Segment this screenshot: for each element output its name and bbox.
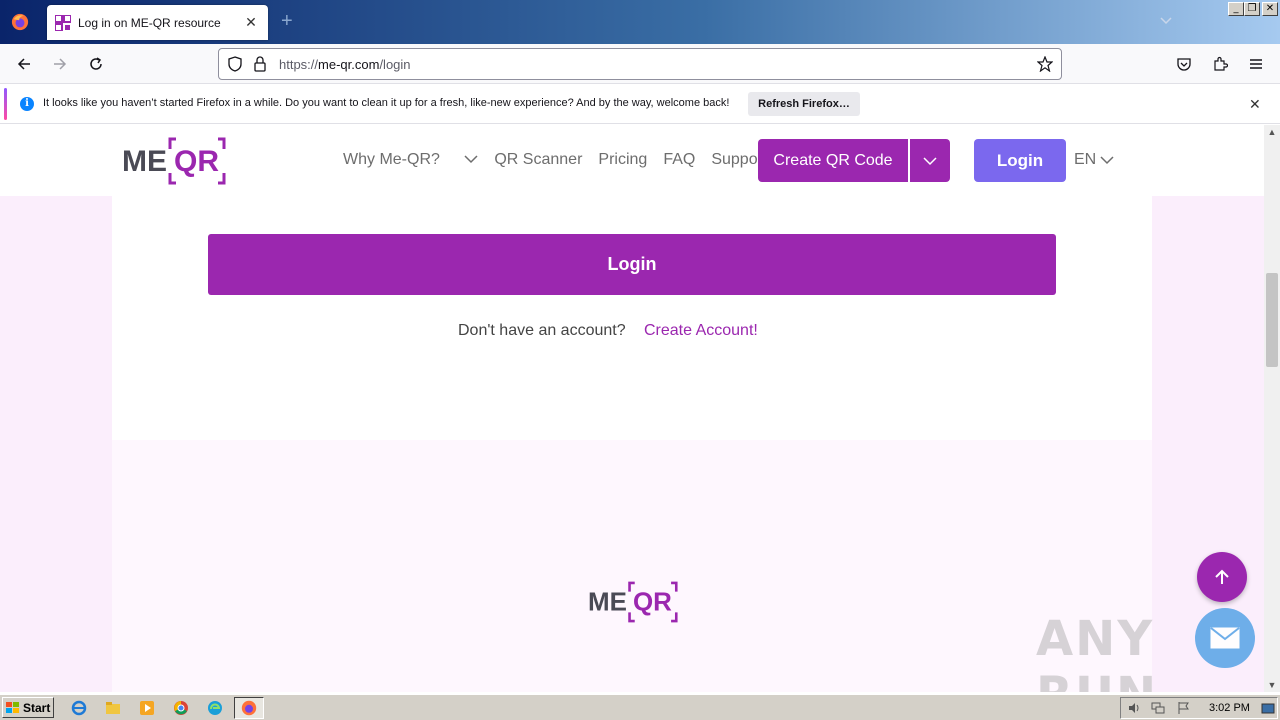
browser-navbar: https://me-qr.com/login (0, 44, 1280, 84)
scroll-down-arrow-icon[interactable]: ▼ (1264, 678, 1280, 692)
network-icon[interactable] (1151, 701, 1165, 720)
header-login-button[interactable]: Login (974, 139, 1066, 182)
login-submit-button[interactable]: Login (208, 234, 1056, 295)
svg-text:QR: QR (633, 587, 672, 617)
reload-icon[interactable] (86, 54, 106, 74)
browser-titlebar: Log in on ME-QR resource ✕ + _ ❐ ✕ (0, 0, 1280, 44)
firefox-logo-icon[interactable] (0, 0, 40, 44)
edge-icon[interactable] (206, 699, 224, 717)
firefox-icon (241, 700, 257, 716)
nav-why-meqr[interactable]: Why Me-QR? (343, 151, 478, 169)
language-select[interactable]: EN (1074, 151, 1114, 169)
address-bar[interactable]: https://me-qr.com/login (218, 48, 1062, 80)
footer-meqr-logo[interactable]: ME QR (588, 581, 678, 628)
nav-faq[interactable]: FAQ (663, 151, 695, 169)
start-button[interactable]: Start (2, 697, 54, 718)
start-label: Start (23, 700, 51, 715)
scrollbar-thumb[interactable] (1266, 273, 1278, 367)
site-nav: Why Me-QR? QR Scanner Pricing FAQ Suppor… (343, 151, 783, 169)
close-window-button[interactable]: ✕ (1262, 2, 1278, 16)
contact-mail-button[interactable] (1195, 608, 1255, 668)
media-player-icon[interactable] (138, 699, 156, 717)
show-desktop-icon[interactable] (1261, 702, 1275, 720)
info-icon: i (20, 97, 34, 111)
close-tab-icon[interactable]: ✕ (242, 14, 260, 31)
firefox-refresh-notification: i It looks like you haven’t started Fire… (0, 84, 1280, 124)
footer-section: ME QR (112, 440, 1152, 692)
no-account-text: Don't have an account? (458, 322, 626, 339)
mail-icon (1210, 627, 1240, 649)
windows-taskbar: Start 3:02 PM (0, 694, 1280, 720)
site-header: ME QR Why Me-QR? QR Scanner Pricing FAQ … (0, 125, 1264, 196)
internet-explorer-icon[interactable] (70, 699, 88, 717)
refresh-firefox-button[interactable]: Refresh Firefox… (748, 92, 860, 116)
chevron-down-icon (1100, 156, 1114, 165)
notification-message: It looks like you haven’t started Firefo… (43, 97, 730, 109)
hamburger-menu-icon[interactable] (1246, 54, 1266, 74)
nav-qr-scanner[interactable]: QR Scanner (494, 151, 582, 169)
lock-icon[interactable] (253, 56, 267, 77)
scroll-to-top-button[interactable] (1197, 552, 1247, 602)
chevron-down-icon[interactable] (1158, 12, 1174, 33)
close-icon[interactable]: ✕ (1249, 96, 1261, 113)
system-tray: 3:02 PM (1120, 697, 1278, 719)
taskbar-clock[interactable]: 3:02 PM (1209, 702, 1250, 714)
windows-logo-icon (6, 701, 19, 713)
volume-icon[interactable] (1127, 701, 1141, 720)
minimize-window-button[interactable]: _ (1228, 2, 1244, 16)
file-explorer-icon[interactable] (104, 699, 122, 717)
login-card: Login Don't have an account? Create Acco… (112, 196, 1152, 440)
chrome-icon[interactable] (172, 699, 190, 717)
scroll-up-arrow-icon[interactable]: ▲ (1264, 125, 1280, 139)
svg-text:QR: QR (174, 145, 219, 178)
chevron-down-icon (923, 156, 937, 165)
nav-pricing[interactable]: Pricing (598, 151, 647, 169)
svg-text:ME: ME (122, 145, 167, 178)
forward-arrow-icon[interactable] (50, 54, 70, 74)
arrow-up-icon (1215, 569, 1229, 584)
shield-icon[interactable] (227, 56, 243, 77)
flag-icon[interactable] (1177, 701, 1191, 720)
page-scrollbar[interactable]: ▲ ▼ (1264, 125, 1280, 692)
meqr-logo[interactable]: ME QR (122, 137, 226, 190)
qr-favicon-icon (55, 14, 71, 31)
svg-text:ME: ME (588, 587, 627, 617)
notification-accent (4, 88, 7, 120)
create-qr-code-button[interactable]: Create QR Code (758, 139, 908, 182)
bookmark-star-icon[interactable] (1036, 55, 1054, 77)
page-viewport: ME QR Why Me-QR? QR Scanner Pricing FAQ … (0, 125, 1264, 692)
tab-title: Log in on ME-QR resource (78, 15, 221, 30)
restore-window-button[interactable]: ❐ (1244, 2, 1260, 16)
tab-active[interactable]: Log in on ME-QR resource ✕ (47, 5, 268, 40)
back-arrow-icon[interactable] (14, 54, 34, 74)
taskbar-firefox-button[interactable] (234, 697, 264, 719)
create-qr-dropdown-button[interactable] (910, 139, 950, 182)
create-account-link[interactable]: Create Account! (644, 322, 758, 340)
language-label: EN (1074, 151, 1097, 168)
extensions-icon[interactable] (1210, 54, 1230, 74)
new-tab-icon[interactable]: + (281, 10, 293, 33)
pocket-icon[interactable] (1174, 54, 1194, 74)
url-text[interactable]: https://me-qr.com/login (279, 57, 411, 72)
chevron-down-icon (464, 155, 478, 164)
